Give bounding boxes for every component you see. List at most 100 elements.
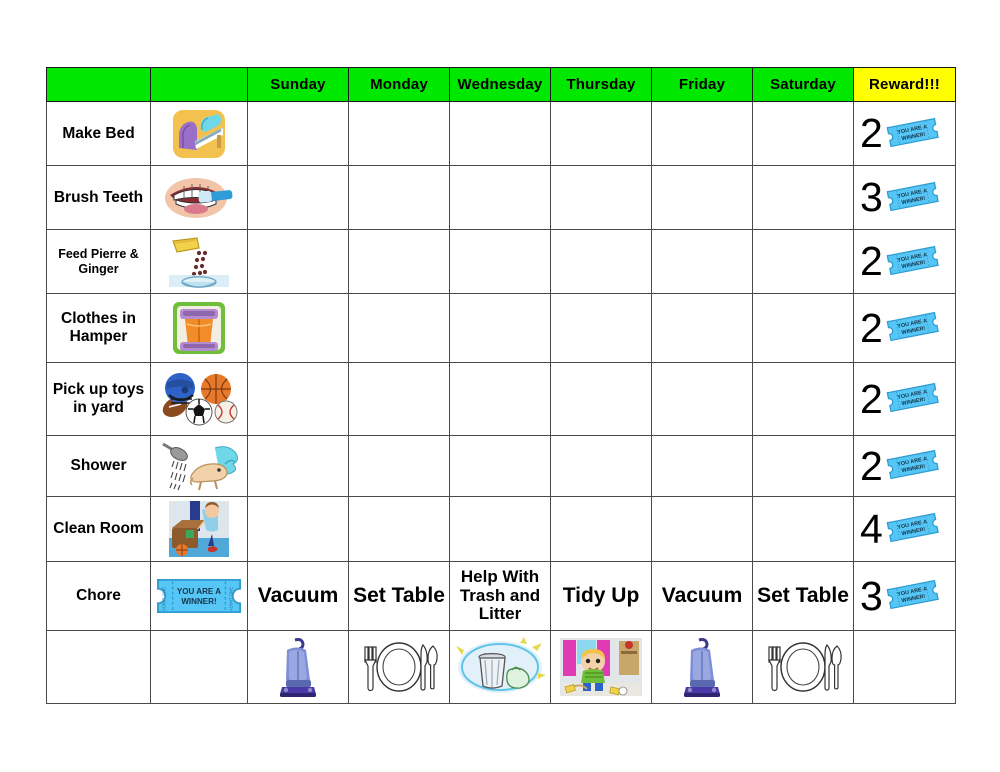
- cell-clothes-hamper-monday[interactable]: [348, 293, 450, 363]
- place-setting-icon: [349, 631, 449, 703]
- cell-clean-room-wednesday[interactable]: [449, 496, 551, 562]
- chore-chart-page: Sunday Monday Wednesday Thursday Friday …: [0, 0, 1000, 772]
- winner-ticket-icon: YOU ARE A WINNER!: [884, 310, 942, 346]
- shower-icon: [151, 436, 247, 496]
- cell-make-bed-wednesday[interactable]: [449, 101, 551, 166]
- reward-cell-pick-up-toys: 2 YOU ARE A WINNER!: [853, 362, 956, 436]
- winner-ticket-icon: YOU ARE A WINNER!: [884, 578, 942, 614]
- sports-balls-icon: [151, 363, 247, 435]
- chore-label-brush-teeth: Brush Teeth: [46, 165, 151, 230]
- cell-pick-up-toys-friday[interactable]: [651, 362, 753, 436]
- child-cleaning-room-icon: [151, 497, 247, 561]
- cell-shower-monday[interactable]: [348, 435, 450, 497]
- cell-brush-teeth-friday[interactable]: [651, 165, 753, 230]
- cell-make-bed-monday[interactable]: [348, 101, 450, 166]
- chore-label-blank: [46, 630, 151, 704]
- cell-shower-sunday[interactable]: [247, 435, 349, 497]
- header-wednesday: Wednesday: [449, 67, 551, 102]
- reward-cell-chore: 3 YOU ARE A WINNER!: [853, 561, 956, 631]
- chore-label-shower: Shower: [46, 435, 151, 497]
- svg-text:WINNER!: WINNER!: [181, 597, 216, 606]
- winner-ticket-icon: YOU ARE A WINNER!: [884, 244, 942, 280]
- reward-cell-blank: [853, 630, 956, 704]
- cell-clean-room-sunday[interactable]: [247, 496, 349, 562]
- cell-shower-wednesday[interactable]: [449, 435, 551, 497]
- cell-clothes-hamper-thursday[interactable]: [550, 293, 652, 363]
- task-thursday[interactable]: Tidy Up: [550, 561, 652, 631]
- task-wednesday[interactable]: Help With Trash and Litter: [449, 561, 551, 631]
- task-sunday[interactable]: Vacuum: [247, 561, 349, 631]
- cell-brush-teeth-thursday[interactable]: [550, 165, 652, 230]
- task-icon-cell-sunday: [247, 630, 349, 704]
- reward-value: 4: [860, 505, 883, 552]
- chore-icon-cell: YOU ARE A WINNER! ADMIT ONE ADMIT ONE: [150, 561, 248, 631]
- winner-ticket-icon: YOU ARE A WINNER!: [884, 448, 942, 484]
- cell-clean-room-saturday[interactable]: [752, 496, 854, 562]
- cell-clothes-hamper-wednesday[interactable]: [449, 293, 551, 363]
- reward-cell-shower: 2 YOU ARE A WINNER!: [853, 435, 956, 497]
- winner-ticket-icon: YOU ARE A WINNER!: [884, 381, 942, 417]
- table-row: [46, 630, 956, 704]
- cell-make-bed-friday[interactable]: [651, 101, 753, 166]
- cell-make-bed-sunday[interactable]: [247, 101, 349, 166]
- task-icon-cell-monday: [348, 630, 450, 704]
- chore-icon-cell: [150, 362, 248, 436]
- header-reward: Reward!!!: [853, 67, 956, 102]
- cell-feed-pets-sunday[interactable]: [247, 229, 349, 294]
- table-row: Brush Teeth 3 YOU ARE A WINNER!: [46, 165, 956, 230]
- cell-clean-room-friday[interactable]: [651, 496, 753, 562]
- laundry-hamper-icon: [151, 294, 247, 362]
- chore-label-make-bed: Make Bed: [46, 101, 151, 166]
- cell-pick-up-toys-sunday[interactable]: [247, 362, 349, 436]
- reward-value: 2: [860, 442, 883, 489]
- cell-brush-teeth-sunday[interactable]: [247, 165, 349, 230]
- task-saturday[interactable]: Set Table: [752, 561, 854, 631]
- cell-pick-up-toys-saturday[interactable]: [752, 362, 854, 436]
- svg-text:ADMIT ONE: ADMIT ONE: [229, 587, 234, 611]
- cell-clothes-hamper-friday[interactable]: [651, 293, 753, 363]
- cell-clothes-hamper-sunday[interactable]: [247, 293, 349, 363]
- cell-make-bed-saturday[interactable]: [752, 101, 854, 166]
- place-setting-icon: [753, 631, 853, 703]
- cell-pick-up-toys-wednesday[interactable]: [449, 362, 551, 436]
- trash-can-icon: [450, 631, 550, 703]
- cell-brush-teeth-monday[interactable]: [348, 165, 450, 230]
- cell-make-bed-thursday[interactable]: [550, 101, 652, 166]
- cell-feed-pets-friday[interactable]: [651, 229, 753, 294]
- cell-pick-up-toys-thursday[interactable]: [550, 362, 652, 436]
- svg-text:YOU ARE A: YOU ARE A: [177, 587, 221, 596]
- cell-shower-thursday[interactable]: [550, 435, 652, 497]
- reward-value: 2: [860, 238, 883, 284]
- winner-ticket-icon: YOU ARE A WINNER!: [884, 511, 942, 547]
- chore-label-feed-pets: Feed Pierre & Ginger: [46, 229, 151, 294]
- cell-feed-pets-monday[interactable]: [348, 229, 450, 294]
- cell-brush-teeth-wednesday[interactable]: [449, 165, 551, 230]
- chore-chart-table: Sunday Monday Wednesday Thursday Friday …: [46, 67, 956, 704]
- cell-shower-saturday[interactable]: [752, 435, 854, 497]
- vacuum-cleaner-icon: [248, 631, 348, 703]
- cell-pick-up-toys-monday[interactable]: [348, 362, 450, 436]
- chore-label-chore: Chore: [46, 561, 151, 631]
- svg-text:ADMIT ONE: ADMIT ONE: [161, 587, 166, 611]
- cell-feed-pets-saturday[interactable]: [752, 229, 854, 294]
- chore-icon-cell: [150, 165, 248, 230]
- task-icon-cell-wednesday: [449, 630, 551, 704]
- cell-clean-room-monday[interactable]: [348, 496, 450, 562]
- cell-feed-pets-wednesday[interactable]: [449, 229, 551, 294]
- table-row: Make Bed 2 YOU ARE A WINNER!: [46, 101, 956, 166]
- cell-shower-friday[interactable]: [651, 435, 753, 497]
- table-row: Feed Pierre & Ginger 2 YOU ARE A WINNER!: [46, 229, 956, 294]
- reward-cell-clean-room: 4 YOU ARE A WINNER!: [853, 496, 956, 562]
- task-monday[interactable]: Set Table: [348, 561, 450, 631]
- task-friday[interactable]: Vacuum: [651, 561, 753, 631]
- child-tidying-icon: [551, 631, 651, 703]
- cell-clothes-hamper-saturday[interactable]: [752, 293, 854, 363]
- table-row: Pick up toys in yard 2 YOU ARE A WINNER!: [46, 362, 956, 436]
- reward-value: 2: [860, 304, 883, 351]
- cell-clean-room-thursday[interactable]: [550, 496, 652, 562]
- chore-label-pick-up-toys: Pick up toys in yard: [46, 362, 151, 436]
- cell-feed-pets-thursday[interactable]: [550, 229, 652, 294]
- cell-brush-teeth-saturday[interactable]: [752, 165, 854, 230]
- header-saturday: Saturday: [752, 67, 854, 102]
- chore-icon-cell: [150, 101, 248, 166]
